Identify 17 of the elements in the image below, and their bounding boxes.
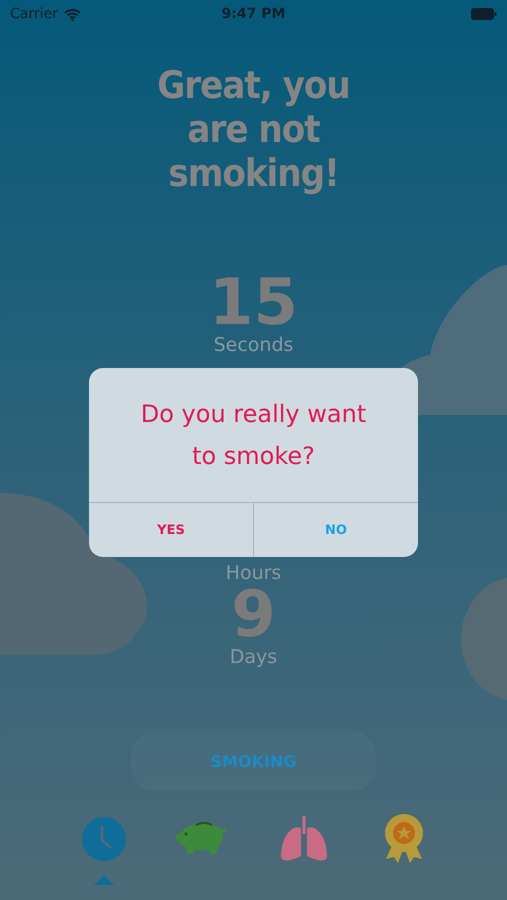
clock-icon <box>80 816 126 862</box>
battery-icon <box>471 8 497 20</box>
status-time: 9:47 PM <box>222 6 286 22</box>
counter-value: 15 <box>208 273 298 333</box>
smoking-button[interactable]: SMOKING <box>131 731 376 791</box>
counter-unit: Hours <box>226 561 282 585</box>
yes-button[interactable]: YES <box>89 503 253 557</box>
dialog-message: Do you really want to smoke? <box>140 399 368 472</box>
no-button[interactable]: NO <box>253 503 418 557</box>
counter-unit: Seconds <box>214 333 294 357</box>
wifi-icon <box>64 8 81 20</box>
selection-pointer <box>94 875 114 885</box>
carrier-name: Carrier <box>10 6 58 22</box>
headline: Great, you are not smoking! <box>156 63 351 195</box>
counter-unit: Days <box>230 645 278 669</box>
lungs-icon <box>278 816 328 862</box>
counter-value: 9 <box>231 585 276 645</box>
